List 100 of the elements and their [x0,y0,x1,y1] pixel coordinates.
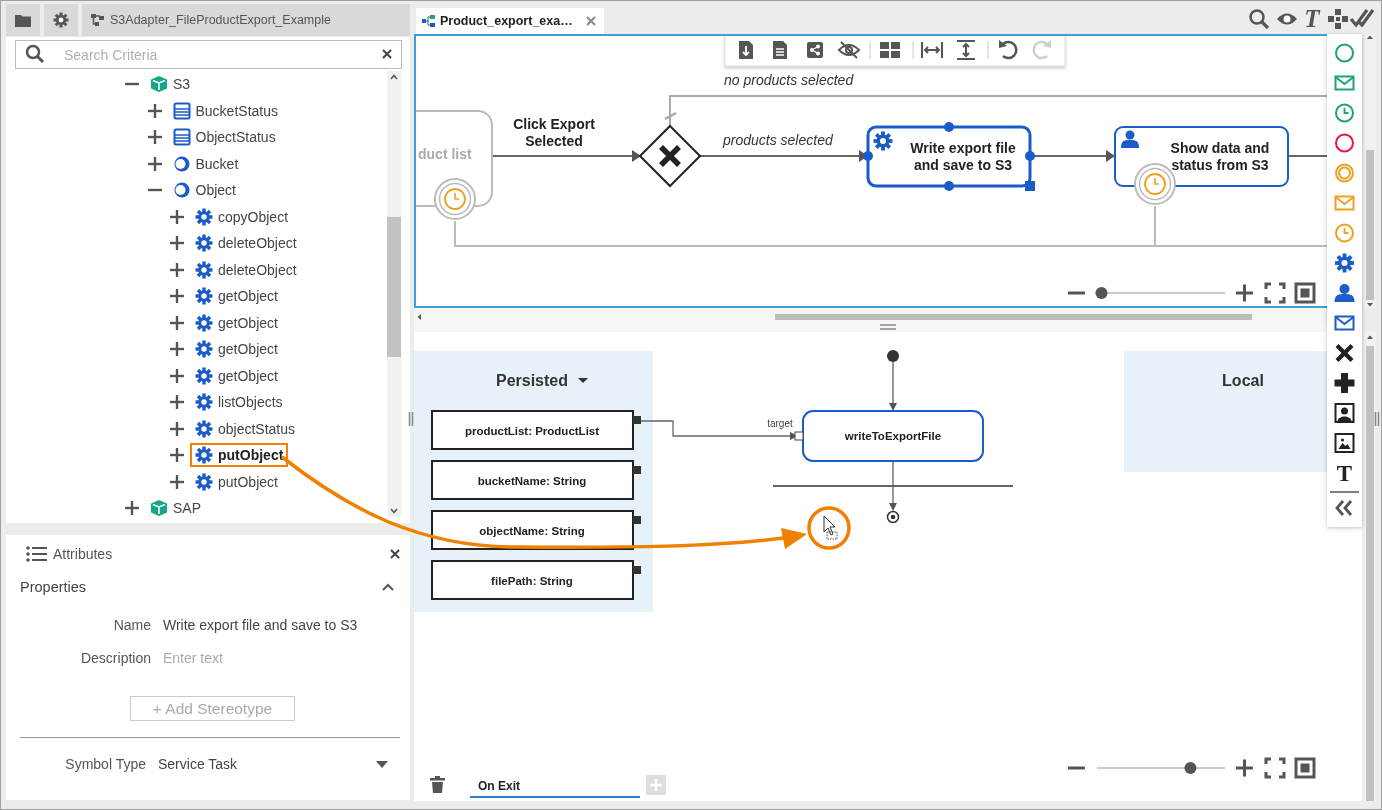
scroll-down-icon[interactable] [390,508,398,514]
expand-icon[interactable] [170,289,184,304]
tree-item[interactable]: listObjects [190,390,288,415]
model-tab[interactable]: S3Adapter_FileProductExport_Example [82,4,410,36]
hide-icon[interactable] [838,41,860,59]
user-icon[interactable] [1334,284,1355,302]
fit-view-icon[interactable] [1294,757,1316,779]
exclusive-gateway[interactable] [638,124,702,188]
tree-item[interactable]: Object [167,178,241,203]
zoom-slider[interactable] [1097,762,1225,774]
tree-item[interactable]: putObject [190,443,289,468]
fullscreen-icon[interactable] [1264,757,1286,779]
zoom-in-icon[interactable] [1236,284,1253,302]
fit-view-icon[interactable] [1294,282,1316,304]
splitter-handle[interactable] [1374,412,1380,426]
scrollbar[interactable] [1364,34,1376,308]
zoom-out-icon[interactable] [1068,766,1085,770]
final-node[interactable] [886,510,900,524]
export-icon[interactable] [739,41,753,59]
initial-node[interactable] [887,350,899,362]
tree-item[interactable]: getObject [190,337,283,362]
collapse-icon[interactable] [1335,499,1353,517]
clock-icon[interactable] [1335,103,1354,123]
fit-width-icon[interactable] [921,41,943,59]
tree-item[interactable]: putObject [190,469,283,494]
expand-icon[interactable] [170,421,184,436]
tree-item[interactable]: getObject [190,363,283,388]
expand-icon[interactable] [170,315,184,330]
tree-item[interactable]: objectStatus [190,416,301,441]
search-icon[interactable] [1249,9,1270,30]
folder-button[interactable] [6,4,40,36]
settings-button[interactable] [44,4,78,36]
tree-item[interactable]: deleteObject [190,231,302,256]
tree-item[interactable]: deleteObject [190,257,302,282]
expand-icon[interactable] [170,395,184,410]
editor-tab[interactable]: Product_export_exa… [416,8,604,34]
expand-icon[interactable] [170,474,184,489]
variable-box[interactable] [431,460,634,500]
collapse-icon[interactable] [382,583,394,591]
cross-icon[interactable] [1335,344,1354,362]
eye-icon[interactable] [1277,13,1297,25]
tree-item[interactable]: ObjectStatus [167,125,281,150]
name-field[interactable]: Write export file and save to S3 [163,616,383,633]
scroll-up-icon[interactable] [1366,34,1374,40]
double-check-icon[interactable] [1349,8,1375,28]
gear-icon[interactable] [1335,253,1354,273]
zoom-out-icon[interactable] [1068,291,1085,295]
expand-icon[interactable] [170,262,184,277]
tree-item[interactable]: copyObject [190,204,294,229]
scrollbar[interactable] [414,308,1326,324]
expand-icon[interactable] [170,448,184,463]
tree-item[interactable]: SAP [145,496,206,521]
task-box[interactable] [1114,126,1289,187]
expand-icon[interactable] [170,209,184,224]
envelope-icon[interactable] [1334,75,1355,91]
tree-item[interactable]: getObject [190,310,283,335]
image-icon[interactable] [1334,433,1355,453]
caret-icon[interactable] [578,378,588,383]
scroll-down-icon[interactable] [1366,302,1374,308]
contact-card-icon[interactable] [1334,403,1355,423]
document-icon[interactable] [773,41,787,59]
symbol-type-dropdown[interactable]: Service Task [158,756,400,772]
tab[interactable]: On Exit [470,773,640,799]
tree-item[interactable]: getObject [190,284,283,309]
search-field[interactable]: Search Criteria [15,40,402,69]
circle-icon[interactable] [1335,43,1354,63]
delete-icon[interactable] [430,776,445,793]
expand-icon[interactable] [147,130,162,145]
zoom-slider[interactable] [1095,287,1225,299]
close-icon[interactable] [390,549,400,559]
expand-icon[interactable] [170,236,184,251]
plus-icon[interactable] [1334,373,1355,393]
fullscreen-icon[interactable] [1264,282,1286,304]
expand-icon[interactable] [170,342,184,357]
zoom-in-icon[interactable] [1236,759,1253,777]
text-tool[interactable]: T [1336,461,1353,486]
scroll-left-icon[interactable] [416,313,422,321]
tree-item[interactable]: Bucket [167,151,244,176]
expand-icon[interactable] [147,103,162,118]
envelope-icon[interactable] [1334,315,1355,331]
fit-height-icon[interactable] [956,40,976,60]
scrollbar[interactable] [387,71,401,517]
scrollbar[interactable] [1364,332,1376,801]
expand-icon[interactable] [170,368,184,383]
tree-item[interactable]: BucketStatus [167,98,283,123]
variable-box[interactable] [431,560,634,600]
text-icon[interactable]: T [1304,5,1320,32]
expand-icon[interactable] [125,501,139,516]
splitter-handle[interactable] [880,324,896,330]
variable-box[interactable] [431,510,634,550]
undo-icon[interactable] [999,40,1018,60]
layout-icon[interactable] [880,42,900,58]
circle-icon[interactable] [1335,133,1354,153]
expand-icon[interactable] [147,156,162,171]
puzzle-icon[interactable] [1328,9,1348,29]
splitter-handle[interactable] [408,412,414,426]
action-box[interactable] [802,410,984,462]
input-pin[interactable] [794,431,804,441]
scroll-up-icon[interactable] [1366,334,1374,340]
tree-item[interactable]: S3 [145,72,196,97]
